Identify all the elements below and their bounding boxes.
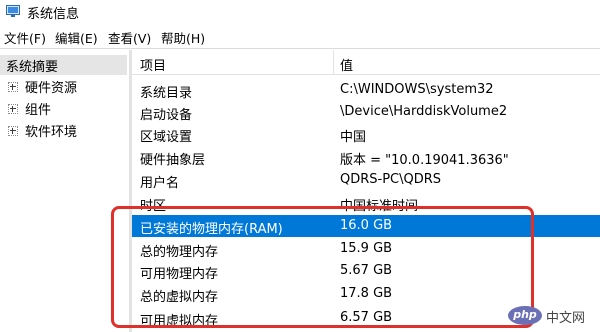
tree-item-label: 组件 [25,103,52,118]
window-title: 系统信息 [27,7,80,22]
table-row[interactable]: 用户名 QDRS-PC\QDRS [132,169,600,191]
row-item: 已安装的物理内存(RAM) [140,222,283,237]
menu-help[interactable]: 帮助(H) [161,28,205,47]
table-row[interactable]: 总的物理内存 15.9 GB [132,238,600,260]
row-item: 可用物理内存 [140,267,219,282]
table-row-selected[interactable]: 已安装的物理内存(RAM) 16.0 GB [132,215,600,237]
row-item: 时区 [140,199,167,214]
tree-item-software-environment[interactable]: 软件环境 [8,121,126,141]
column-header-value[interactable]: 值 [340,55,353,74]
row-value: 中国 [340,130,367,145]
row-value: 版本 = "10.0.19041.3636" [340,153,509,168]
table-row[interactable]: 总的虚拟内存 17.8 GB [132,283,600,305]
details-list: 项目 值 系统目录 C:\WINDOWS\system32 启动设备 \Devi… [132,50,600,332]
watermark-text: 中文网 [546,311,586,326]
expand-icon[interactable] [8,126,18,136]
table-row[interactable]: 系统目录 C:\WINDOWS\system32 [132,79,600,101]
php-logo-text: php [513,308,537,321]
expand-icon[interactable] [8,82,18,92]
row-item: 启动设备 [140,108,193,123]
row-item: 硬件抽象层 [140,153,206,168]
table-row[interactable]: 硬件抽象层 版本 = "10.0.19041.3636" [132,146,600,168]
tree-item-label: 硬件资源 [25,81,78,96]
menu-file[interactable]: 文件(F) [4,28,46,47]
row-item: 总的虚拟内存 [140,290,219,305]
menu-view[interactable]: 查看(V) [108,28,151,47]
row-item: 区域设置 [140,130,193,145]
table-row[interactable]: 区域设置 中国 [132,123,600,145]
tree-item-label: 软件环境 [25,125,78,140]
table-row[interactable]: 可用物理内存 5.67 GB [132,260,600,282]
table-row[interactable]: 启动设备 \Device\HarddiskVolume2 [132,101,600,123]
row-value: 17.8 GB [340,286,393,301]
row-value: \Device\HarddiskVolume2 [340,104,508,119]
row-item: 用户名 [140,176,180,191]
list-header: 项目 值 [132,50,600,75]
row-value: QDRS-PC\QDRS [340,172,442,187]
tree-item-system-summary[interactable]: 系统摘要 [0,55,127,75]
table-row[interactable]: 时区 中国标准时间 [132,192,600,214]
tree-item-label: 系统摘要 [6,60,59,75]
row-value: C:\WINDOWS\system32 [340,82,494,97]
tree-item-components[interactable]: 组件 [8,99,126,119]
php-logo: php [508,306,542,325]
menu-separator [0,48,600,49]
category-tree: 系统摘要 硬件资源 组件 软件环境 [0,50,129,332]
row-value: 16.0 GB [340,218,393,233]
site-watermark: php 中文网 [508,306,592,326]
row-value: 中国标准时间 [340,199,419,214]
row-item: 可用虚拟内存 [140,314,219,329]
menu-bar: 文件(F) 编辑(E) 查看(V) 帮助(H) [0,24,600,48]
tree-item-hardware-resources[interactable]: 硬件资源 [8,77,126,97]
title-bar: 系统信息 [0,0,600,24]
expand-icon[interactable] [8,104,18,114]
row-value: 5.67 GB [340,263,393,278]
column-divider[interactable] [333,50,334,74]
row-value: 15.9 GB [340,241,393,256]
row-value: 6.57 GB [340,310,393,325]
column-header-item[interactable]: 项目 [140,55,166,74]
system-info-icon [6,5,20,17]
row-item: 系统目录 [140,86,193,101]
row-item: 总的物理内存 [140,245,219,260]
menu-edit[interactable]: 编辑(E) [55,28,98,47]
